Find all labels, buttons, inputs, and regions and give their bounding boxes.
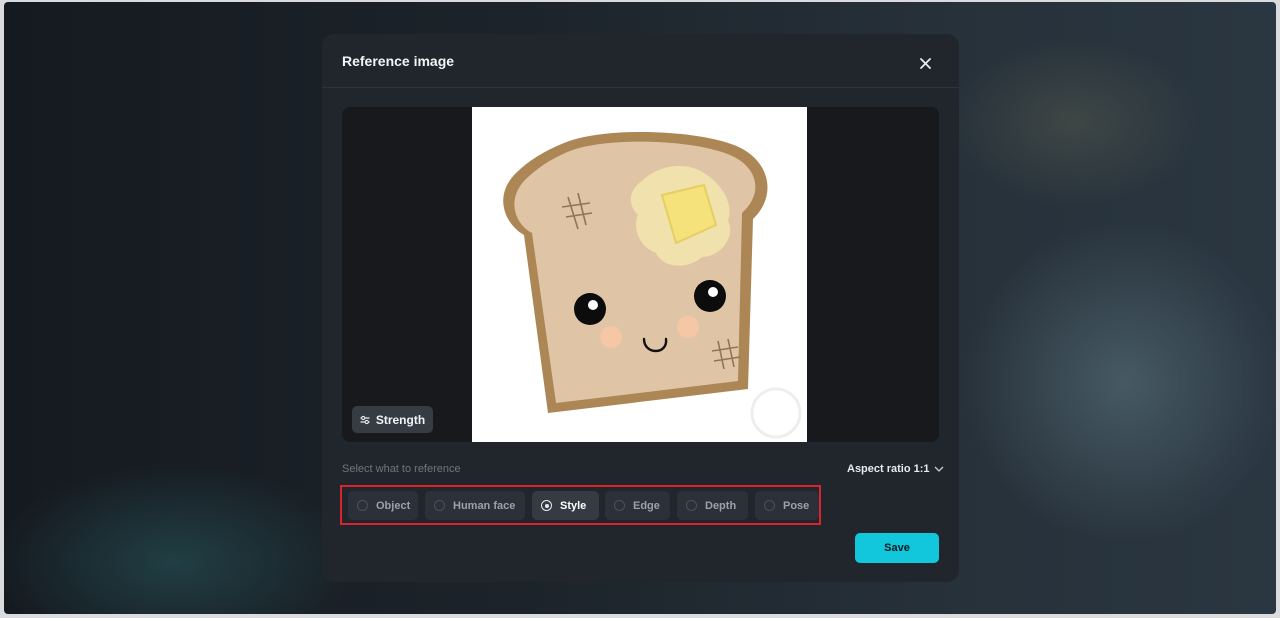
sliders-icon — [360, 415, 370, 424]
radio-selected-icon — [541, 500, 552, 511]
radio-icon — [686, 500, 697, 511]
radio-icon — [614, 500, 625, 511]
option-label: Style — [560, 499, 587, 512]
image-preview: Strength — [342, 107, 939, 442]
modal-title: Reference image — [342, 53, 455, 69]
aspect-ratio-label: Aspect ratio 1:1 — [847, 463, 930, 475]
reference-image-toast — [472, 107, 807, 442]
modal-header: Reference image — [322, 34, 959, 88]
radio-icon — [764, 500, 775, 511]
radio-icon — [357, 500, 368, 511]
close-icon — [919, 57, 931, 69]
option-label: Object — [376, 499, 411, 512]
select-reference-label: Select what to reference — [342, 463, 461, 475]
save-button[interactable]: Save — [855, 533, 939, 563]
reference-type-options: Object Human face Style Edge Depth Pose — [340, 485, 821, 525]
option-label: Pose — [783, 499, 810, 512]
option-human-face[interactable]: Human face — [425, 491, 525, 520]
strength-label: Strength — [375, 412, 426, 427]
option-style[interactable]: Style — [532, 491, 599, 520]
option-label: Edge — [633, 499, 660, 512]
chevron-down-icon — [934, 466, 943, 472]
close-button[interactable] — [914, 52, 936, 74]
option-label: Human face — [453, 499, 516, 512]
reference-image-modal: Reference image Strength Select what to … — [322, 34, 959, 582]
strength-button[interactable]: Strength — [352, 406, 433, 433]
option-object[interactable]: Object — [348, 491, 418, 520]
radio-icon — [434, 500, 445, 511]
aspect-ratio-dropdown[interactable]: Aspect ratio 1:1 — [847, 463, 944, 475]
option-pose[interactable]: Pose — [755, 491, 819, 520]
option-label: Depth — [705, 499, 737, 512]
option-depth[interactable]: Depth — [677, 491, 748, 520]
option-edge[interactable]: Edge — [605, 491, 670, 520]
